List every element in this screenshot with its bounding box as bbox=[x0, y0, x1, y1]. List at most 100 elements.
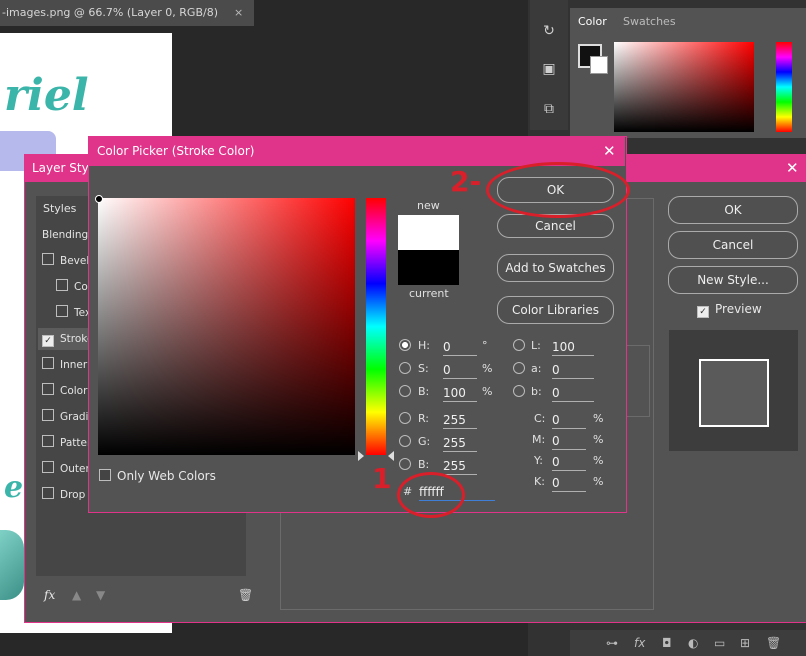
l-field[interactable]: 100 bbox=[552, 339, 594, 356]
hue-slider-right-arrow[interactable] bbox=[388, 451, 394, 461]
lab-b-row: b: 0 bbox=[513, 385, 594, 402]
annotation-ok-ellipse bbox=[486, 162, 630, 218]
r-radio[interactable] bbox=[399, 412, 411, 424]
layer-style-item-checkbox[interactable]: ✓ bbox=[42, 335, 54, 347]
c-label: C: bbox=[534, 412, 546, 425]
add-to-swatches-button[interactable]: Add to Swatches bbox=[497, 254, 614, 282]
y-label: Y: bbox=[534, 454, 543, 467]
only-web-colors-label: Only Web Colors bbox=[117, 469, 216, 483]
b-label: B: bbox=[418, 385, 430, 398]
style-preview-swatch bbox=[699, 359, 769, 427]
layer-comps-icon[interactable]: ⧉ bbox=[538, 98, 560, 120]
color-picker-title: Color Picker (Stroke Color) bbox=[97, 144, 255, 158]
canvas-mermaid-image bbox=[0, 530, 24, 600]
current-color-swatch[interactable] bbox=[398, 250, 459, 285]
canvas-artwork-text-2: e bbox=[4, 470, 24, 505]
layer-style-item-checkbox[interactable] bbox=[42, 435, 54, 447]
color-picker-close-icon[interactable]: ✕ bbox=[603, 136, 616, 166]
g-field[interactable]: 255 bbox=[443, 435, 477, 452]
m-unit: % bbox=[593, 433, 604, 446]
layer-style-item-checkbox[interactable] bbox=[56, 279, 68, 291]
layer-style-item-checkbox[interactable] bbox=[42, 409, 54, 421]
c-unit: % bbox=[593, 412, 604, 425]
s-radio[interactable] bbox=[399, 362, 411, 374]
m-label: M: bbox=[532, 433, 546, 446]
fx-icon[interactable]: fx bbox=[634, 636, 645, 650]
blue-radio[interactable] bbox=[399, 458, 411, 470]
layer-style-item-checkbox[interactable] bbox=[42, 357, 54, 369]
r-row: R: 255 bbox=[399, 412, 477, 429]
color-panel-field[interactable] bbox=[614, 42, 754, 132]
current-color-label: current bbox=[409, 287, 449, 300]
a-radio[interactable] bbox=[513, 362, 525, 374]
layer-style-close-icon[interactable]: ✕ bbox=[786, 154, 799, 182]
annotation-hex-ellipse bbox=[397, 472, 465, 518]
s-row: S: 0 % bbox=[399, 362, 492, 379]
preview-checkbox-box[interactable]: ✓ bbox=[697, 306, 709, 318]
h-field[interactable]: 0 bbox=[443, 339, 477, 356]
mask-icon[interactable]: ◘ bbox=[662, 636, 672, 650]
color-field[interactable] bbox=[98, 198, 355, 455]
blue-field[interactable]: 255 bbox=[443, 458, 477, 475]
hue-slider-left-arrow[interactable] bbox=[358, 451, 364, 461]
hue-slider[interactable] bbox=[366, 198, 386, 455]
new-color-label: new bbox=[417, 199, 440, 212]
l-row: L: 100 bbox=[513, 339, 594, 356]
g-radio[interactable] bbox=[399, 435, 411, 447]
fx-menu-icon[interactable]: fx bbox=[44, 588, 55, 602]
color-libraries-button[interactable]: Color Libraries bbox=[497, 296, 614, 324]
k-field[interactable]: 0 bbox=[552, 475, 586, 492]
document-tab-close-icon[interactable]: × bbox=[234, 0, 243, 26]
move-down-icon[interactable]: ▼ bbox=[96, 588, 105, 602]
layer-style-cancel-button[interactable]: Cancel bbox=[668, 231, 798, 259]
new-style-button[interactable]: New Style... bbox=[668, 266, 798, 294]
lab-b-field[interactable]: 0 bbox=[552, 385, 594, 402]
a-field[interactable]: 0 bbox=[552, 362, 594, 379]
tab-color[interactable]: Color bbox=[578, 12, 607, 32]
h-radio[interactable] bbox=[399, 339, 411, 351]
b-radio[interactable] bbox=[399, 385, 411, 397]
layer-style-item-checkbox[interactable] bbox=[42, 461, 54, 473]
history-icon[interactable]: ↻ bbox=[538, 20, 560, 42]
3d-icon[interactable]: ▣ bbox=[538, 58, 560, 80]
layer-style-item-checkbox[interactable] bbox=[42, 253, 54, 265]
layer-style-item-checkbox[interactable] bbox=[56, 305, 68, 317]
h-unit: ° bbox=[482, 339, 488, 352]
h-row: H: 0 ° bbox=[399, 339, 488, 356]
h-label: H: bbox=[418, 339, 430, 352]
layers-panel-footer: ⊶ fx ◘ ◐ ▭ ⊞ 🗑 bbox=[570, 630, 806, 656]
delete-layer-icon[interactable]: 🗑 bbox=[766, 636, 781, 650]
preview-checkbox[interactable]: ✓ Preview bbox=[697, 302, 762, 318]
b-unit: % bbox=[482, 385, 493, 398]
k-unit: % bbox=[593, 475, 604, 488]
s-unit: % bbox=[482, 362, 493, 375]
only-web-colors-checkbox[interactable]: Only Web Colors bbox=[99, 469, 216, 483]
m-field[interactable]: 0 bbox=[552, 433, 586, 450]
layer-style-ok-button[interactable]: OK bbox=[668, 196, 798, 224]
y-field[interactable]: 0 bbox=[552, 454, 586, 471]
layer-style-item-checkbox[interactable] bbox=[42, 487, 54, 499]
lab-b-label: b: bbox=[531, 385, 542, 398]
adjustment-icon[interactable]: ◐ bbox=[688, 636, 698, 650]
c-field[interactable]: 0 bbox=[552, 412, 586, 429]
color-panel-hue-slider[interactable] bbox=[776, 42, 792, 132]
l-radio[interactable] bbox=[513, 339, 525, 351]
s-field[interactable]: 0 bbox=[443, 362, 477, 379]
only-web-colors-box[interactable] bbox=[99, 469, 111, 481]
new-color-swatch bbox=[398, 215, 459, 250]
s-label: S: bbox=[418, 362, 429, 375]
b-field[interactable]: 100 bbox=[443, 385, 477, 402]
layer-style-footer: fx ▲ ▼ 🗑 bbox=[36, 582, 262, 610]
move-up-icon[interactable]: ▲ bbox=[72, 588, 81, 602]
tab-swatches[interactable]: Swatches bbox=[623, 12, 676, 32]
document-tab[interactable]: -images.png @ 66.7% (Layer 0, RGB/8) bbox=[0, 0, 254, 26]
link-layers-icon[interactable]: ⊶ bbox=[606, 636, 618, 650]
group-icon[interactable]: ▭ bbox=[714, 636, 725, 650]
layer-style-item-checkbox[interactable] bbox=[42, 383, 54, 395]
r-field[interactable]: 255 bbox=[443, 412, 477, 429]
trash-icon[interactable]: 🗑 bbox=[238, 588, 253, 602]
lab-b-radio[interactable] bbox=[513, 385, 525, 397]
new-layer-icon[interactable]: ⊞ bbox=[740, 636, 750, 650]
preview-label: Preview bbox=[715, 302, 762, 316]
background-color-swatch[interactable] bbox=[590, 56, 608, 74]
